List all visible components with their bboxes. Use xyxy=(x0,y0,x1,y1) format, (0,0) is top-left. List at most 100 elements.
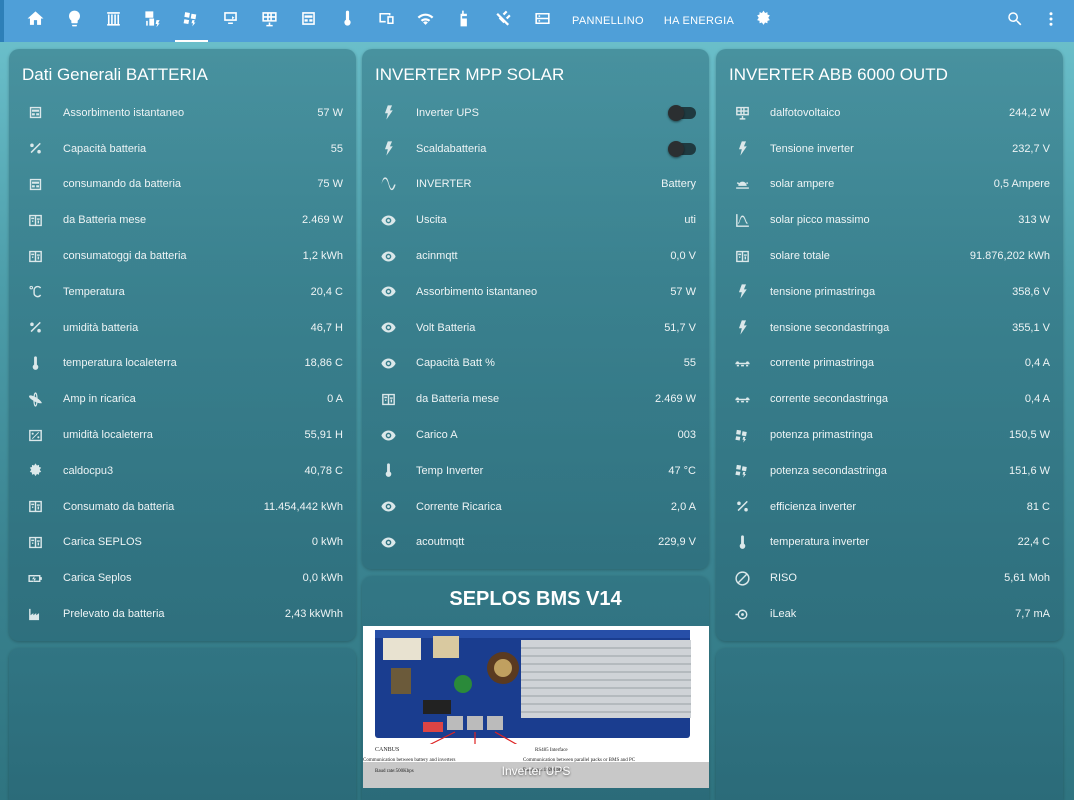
entity-row[interactable]: Uscita uti xyxy=(362,202,709,238)
entity-row[interactable]: Carica Seplos 0,0 kWh xyxy=(9,560,356,596)
tab-ha-energia[interactable]: HA ENERGIA xyxy=(654,0,744,42)
entity-row[interactable]: caldocpu3 40,78 C xyxy=(9,453,356,489)
entity-row[interactable]: acinmqtt 0,0 V xyxy=(362,238,709,274)
sun-low-icon xyxy=(732,174,752,194)
menu-icon[interactable] xyxy=(1042,10,1060,33)
mpp-rows: Inverter UPS Scaldabatteria INVERTER Batter… xyxy=(362,95,709,560)
entity-row[interactable]: solare totale 91.876,202 kWh xyxy=(716,238,1063,274)
entity-row[interactable]: Assorbimento istantaneo 57 W xyxy=(362,274,709,310)
entity-row[interactable]: solar picco massimo 313 W xyxy=(716,202,1063,238)
bms-card[interactable]: SEPLOS BMS V14 CANBUS Communication betw… xyxy=(362,576,709,800)
entity-label: da Batteria mese xyxy=(416,393,500,406)
entity-value: 46,7 H xyxy=(310,321,343,334)
gauge-icon xyxy=(299,9,318,33)
rs485-desc: Communication between parallel packs or … xyxy=(523,758,636,763)
walkie-icon xyxy=(455,9,474,33)
entity-row[interactable]: corrente primastringa 0,4 A xyxy=(716,346,1063,382)
entity-row[interactable]: iLeak 7,7 mA xyxy=(716,596,1063,632)
entity-value: 7,7 mA xyxy=(1015,608,1050,621)
tab-solar-power[interactable] xyxy=(172,0,211,42)
tab-devices[interactable] xyxy=(367,0,406,42)
entity-value: 1,2 kWh xyxy=(302,250,343,263)
percent-box-icon xyxy=(25,425,45,445)
entity-row[interactable]: Amp in ricarica 0 A xyxy=(9,381,356,417)
entity-label: iLeak xyxy=(770,608,797,621)
entity-row[interactable]: tensione primastringa 358,6 V xyxy=(716,274,1063,310)
entity-row[interactable]: Inverter UPS xyxy=(362,95,709,131)
toggle-switch[interactable] xyxy=(668,104,696,121)
entity-row[interactable]: consumando da batteria 75 W xyxy=(9,167,356,203)
entity-row[interactable]: consumatoggi da batteria 1,2 kWh xyxy=(9,238,356,274)
entity-label: umidità batteria xyxy=(63,321,139,334)
entity-row[interactable]: potenza primastringa 150,5 W xyxy=(716,417,1063,453)
entity-row[interactable]: Temperatura 20,4 C xyxy=(9,274,356,310)
tab-monitor[interactable] xyxy=(211,0,250,42)
gauge-icon xyxy=(25,103,45,123)
entity-label: solare totale xyxy=(770,250,830,263)
abb-card: INVERTER ABB 6000 OUTD dalfotovoltaico 24… xyxy=(716,49,1063,641)
entity-row[interactable]: Volt Batteria 51,7 V xyxy=(362,310,709,346)
entity-row[interactable]: Carico A 003 xyxy=(362,417,709,453)
entity-row[interactable]: INVERTER Battery xyxy=(362,167,709,203)
entity-label: Scaldabatteria xyxy=(416,142,487,155)
radiator-icon xyxy=(104,9,123,33)
entity-row[interactable]: Assorbimento istantaneo 57 W xyxy=(9,95,356,131)
abb-card-title: INVERTER ABB 6000 OUTD xyxy=(729,65,948,84)
entity-row[interactable]: RISO 5,61 Moh xyxy=(716,560,1063,596)
eye-icon xyxy=(378,425,398,445)
entity-label: Amp in ricarica xyxy=(63,393,136,406)
tab-solar-panel[interactable] xyxy=(250,0,289,42)
tab-lightbulb[interactable] xyxy=(55,0,94,42)
entity-row[interactable]: umidità localeterra 55,91 H xyxy=(9,417,356,453)
flash-icon xyxy=(732,282,752,302)
entity-value: 151,6 W xyxy=(1009,464,1050,477)
canbus-label: CANBUS xyxy=(375,747,399,753)
tab-walkie[interactable] xyxy=(445,0,484,42)
entity-row[interactable]: solar ampere 0,5 Ampere xyxy=(716,167,1063,203)
tab-pannellino[interactable]: PANNELLINO xyxy=(562,0,654,42)
entity-row[interactable]: corrente secondastringa 0,4 A xyxy=(716,381,1063,417)
entity-label: Corrente Ricarica xyxy=(416,500,502,513)
entity-row[interactable]: da Batteria mese 2.469 W xyxy=(362,381,709,417)
entity-row[interactable]: Prelevato da batteria 2,43 kkWhh xyxy=(9,596,356,632)
entity-row[interactable]: da Batteria mese 2.469 W xyxy=(9,202,356,238)
celsius-icon xyxy=(25,282,45,302)
tab-home[interactable] xyxy=(16,0,55,42)
entity-value: 47 °C xyxy=(668,464,696,477)
search-icon[interactable] xyxy=(1006,10,1024,33)
tab-rack[interactable] xyxy=(523,0,562,42)
entity-row[interactable]: Carica SEPLOS 0 kWh xyxy=(9,525,356,561)
tab-solar-ups[interactable] xyxy=(133,0,172,42)
tab-radiator[interactable] xyxy=(94,0,133,42)
entity-row[interactable]: umidità batteria 46,7 H xyxy=(9,310,356,346)
entity-row[interactable]: tensione secondastringa 355,1 V xyxy=(716,310,1063,346)
toggle-switch[interactable] xyxy=(668,140,696,157)
entity-row[interactable]: Scaldabatteria xyxy=(362,131,709,167)
entity-label: tensione primastringa xyxy=(770,285,876,298)
entity-row[interactable]: Temp Inverter 47 °C xyxy=(362,453,709,489)
entity-row[interactable]: acoutmqtt 229,9 V xyxy=(362,525,709,561)
tab-gauge[interactable] xyxy=(289,0,328,42)
entity-row[interactable]: Capacità batteria 55 xyxy=(9,131,356,167)
entity-label: Tensione inverter xyxy=(770,142,854,155)
entity-label: consumatoggi da batteria xyxy=(63,250,187,263)
entity-value: 0,0 kWh xyxy=(302,572,343,585)
entity-row[interactable]: potenza secondastringa 151,6 W xyxy=(716,453,1063,489)
entity-row[interactable]: efficienza inverter 81 C xyxy=(716,489,1063,525)
entity-row[interactable]: temperatura localeterra 18,86 C xyxy=(9,346,356,382)
entity-label: corrente primastringa xyxy=(770,357,874,370)
entity-row[interactable]: Corrente Ricarica 2,0 A xyxy=(362,489,709,525)
entity-row[interactable]: Tensione inverter 232,7 V xyxy=(716,131,1063,167)
entity-row[interactable]: Consumato da batteria 11.454,442 kWh xyxy=(9,489,356,525)
entity-row[interactable]: Capacità Batt % 55 xyxy=(362,346,709,382)
chip-icon[interactable] xyxy=(744,0,783,42)
entity-row[interactable]: dalfotovoltaico 244,2 W xyxy=(716,95,1063,131)
tab-thermometer[interactable] xyxy=(328,0,367,42)
tab-satellite[interactable] xyxy=(484,0,523,42)
entity-label: Temp Inverter xyxy=(416,464,484,477)
entity-row[interactable]: temperatura inverter 22,4 C xyxy=(716,525,1063,561)
entity-label: acinmqtt xyxy=(416,250,458,263)
tab-wifi[interactable] xyxy=(406,0,445,42)
entity-value: 20,4 C xyxy=(310,285,343,298)
solar-panel-icon xyxy=(732,103,752,123)
